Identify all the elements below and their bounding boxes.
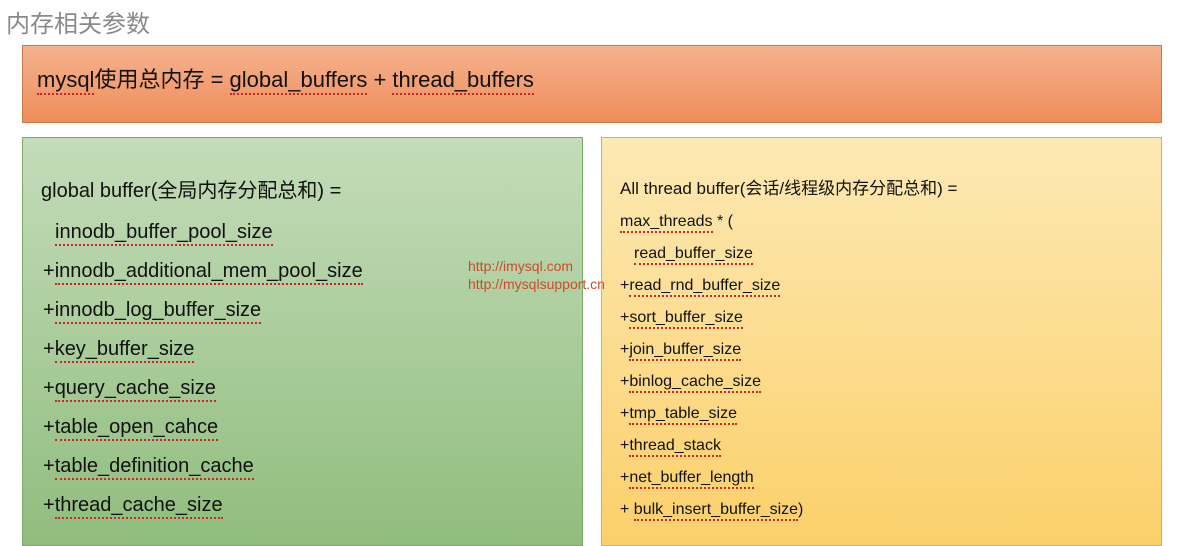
- list-item: +read_rnd_buffer_size: [620, 277, 1143, 295]
- param-name: key_buffer_size: [55, 338, 195, 363]
- thread-buffer-box: All thread buffer(会话/线程级内存分配总和) = max_th…: [601, 137, 1162, 546]
- list-item: +thread_stack: [620, 437, 1143, 455]
- formula-term-global-buffers: global_buffers: [230, 67, 368, 95]
- param-name: read_buffer_size: [634, 245, 753, 265]
- list-item: +net_buffer_length: [620, 469, 1143, 487]
- param-name: max_threads: [620, 213, 713, 233]
- list-item: +thread_cache_size: [41, 494, 564, 517]
- param-name: innodb_log_buffer_size: [55, 299, 261, 324]
- param-name: thread_cache_size: [55, 494, 223, 519]
- list-item: +sort_buffer_size: [620, 309, 1143, 327]
- param-name: innodb_additional_mem_pool_size: [55, 260, 363, 285]
- close-paren: ): [798, 501, 803, 518]
- formula-term-mysql: mysql: [37, 67, 94, 95]
- thread-buffer-heading: All thread buffer(会话/线程级内存分配总和) =: [620, 174, 1143, 199]
- list-item: +query_cache_size: [41, 377, 564, 400]
- list-item: +table_definition_cache: [41, 455, 564, 478]
- list-item: +table_open_cahce: [41, 416, 564, 439]
- list-item: +tmp_table_size: [620, 405, 1143, 423]
- param-name: net_buffer_length: [629, 469, 753, 489]
- lead-tail: * (: [713, 213, 733, 230]
- global-buffer-box: global buffer(全局内存分配总和) = innodb_buffer_…: [22, 137, 583, 546]
- global-buffer-heading: global buffer(全局内存分配总和) =: [41, 174, 564, 203]
- list-item: +join_buffer_size: [620, 341, 1143, 359]
- param-name: query_cache_size: [55, 377, 216, 402]
- columns: global buffer(全局内存分配总和) = innodb_buffer_…: [0, 137, 1184, 546]
- param-name: join_buffer_size: [629, 341, 741, 361]
- formula-mid: 使用总内存 =: [94, 67, 229, 92]
- param-name: read_rnd_buffer_size: [629, 277, 780, 297]
- formula-plus: +: [367, 67, 392, 92]
- param-name: binlog_cache_size: [629, 373, 761, 393]
- formula-text: mysql使用总内存 = global_buffers + thread_buf…: [37, 62, 1147, 94]
- param-name: thread_stack: [629, 437, 721, 457]
- list-item: read_buffer_size: [620, 245, 1143, 263]
- watermark: http://imysql.com http://mysqlsupport.cn: [468, 258, 605, 293]
- watermark-line: http://mysqlsupport.cn: [468, 276, 605, 294]
- list-item: +innodb_log_buffer_size: [41, 299, 564, 322]
- formula-term-thread-buffers: thread_buffers: [392, 67, 533, 95]
- formula-box: mysql使用总内存 = global_buffers + thread_buf…: [22, 45, 1162, 123]
- list-item: +binlog_cache_size: [620, 373, 1143, 391]
- list-item: innodb_buffer_pool_size: [41, 221, 564, 244]
- param-name: sort_buffer_size: [629, 309, 743, 329]
- param-name: table_open_cahce: [55, 416, 218, 441]
- page-title: 内存相关参数: [0, 0, 1184, 45]
- param-name: table_definition_cache: [55, 455, 254, 480]
- param-name: tmp_table_size: [629, 405, 737, 425]
- param-name: bulk_insert_buffer_size: [634, 501, 798, 521]
- param-name: innodb_buffer_pool_size: [55, 221, 273, 246]
- lead-line: max_threads * (: [620, 213, 1143, 231]
- list-item: +key_buffer_size: [41, 338, 564, 361]
- watermark-line: http://imysql.com: [468, 258, 605, 276]
- list-item: + bulk_insert_buffer_size): [620, 501, 1143, 519]
